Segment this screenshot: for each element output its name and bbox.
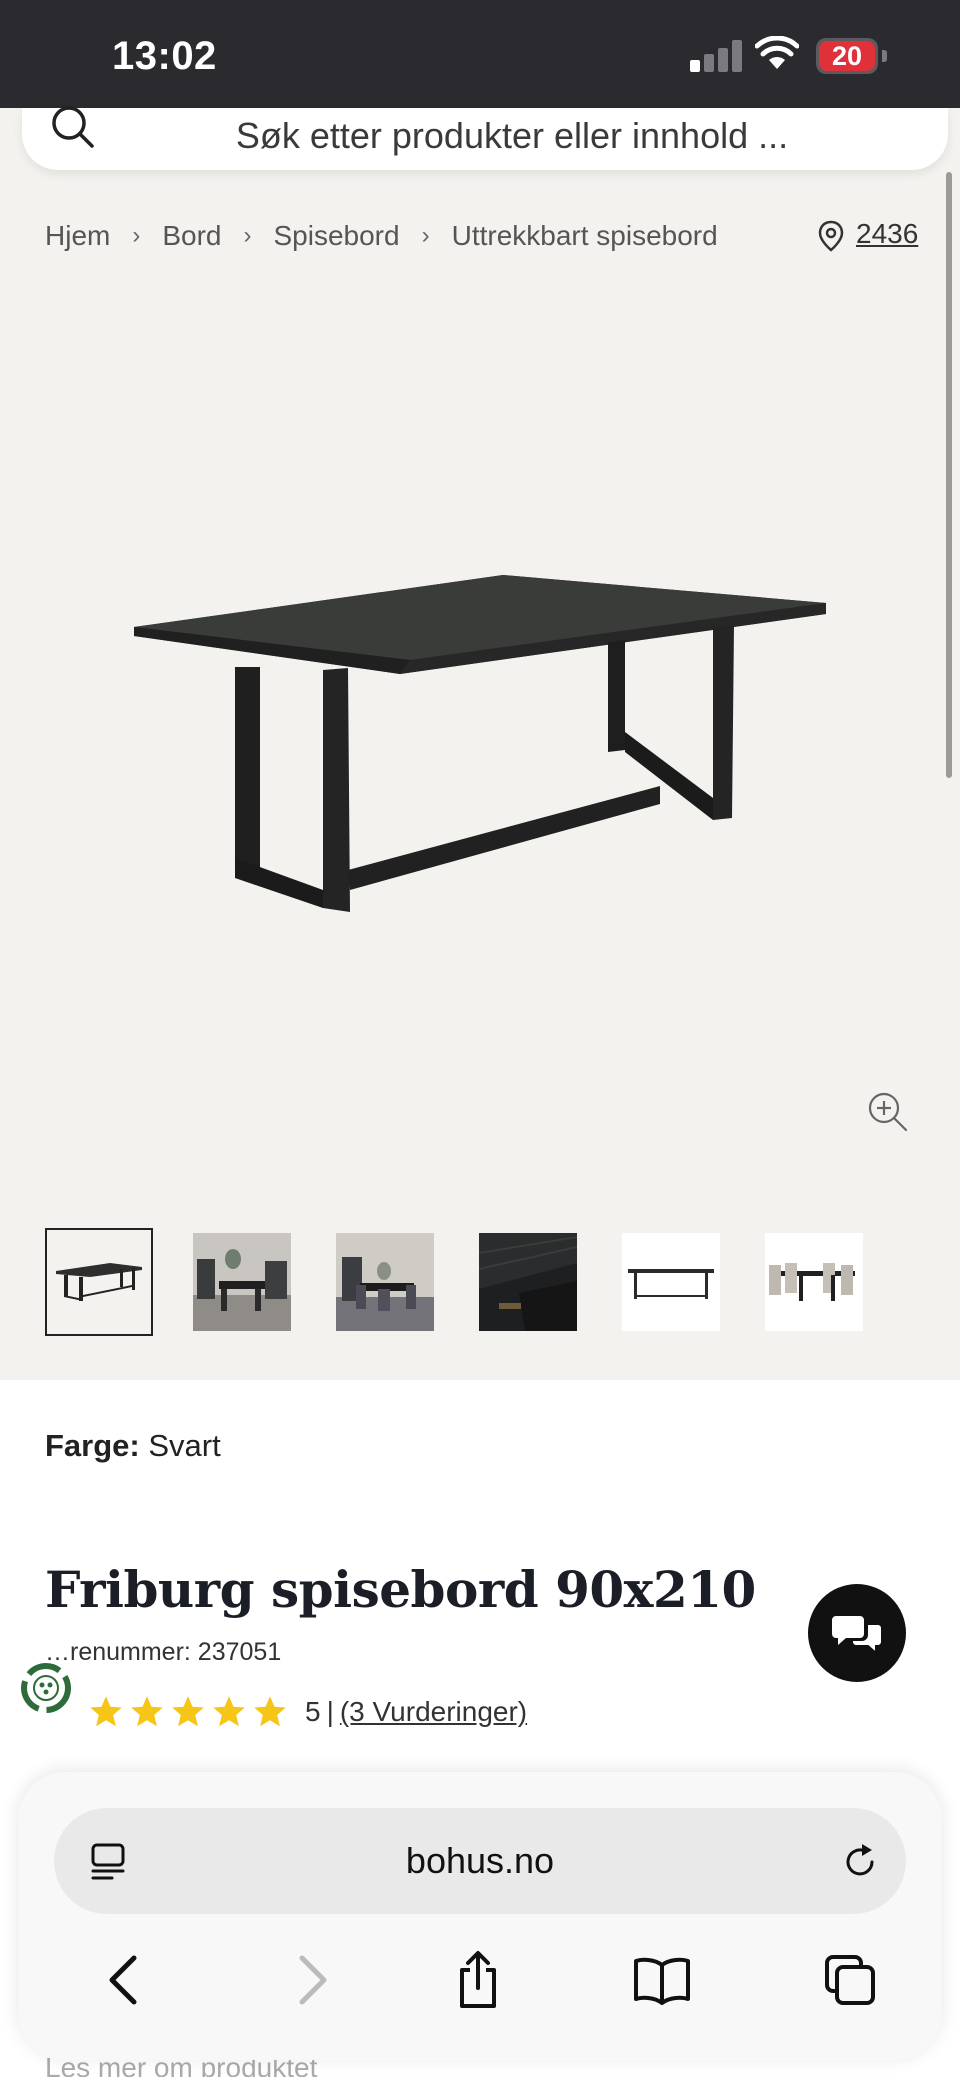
thumbnail-image bbox=[336, 1233, 434, 1331]
color-row: Farge: Svart bbox=[45, 1428, 221, 1464]
share-icon bbox=[460, 1951, 496, 2008]
thumbnail-wood-detail[interactable] bbox=[474, 1228, 582, 1336]
star-icon bbox=[213, 1696, 245, 1727]
breadcrumb-current[interactable]: Uttrekkbart spisebord bbox=[452, 220, 718, 252]
star-icon bbox=[254, 1696, 286, 1727]
chevron-right-icon: › bbox=[132, 222, 141, 249]
product-image[interactable] bbox=[120, 560, 840, 920]
battery-icon: 20 bbox=[816, 38, 878, 74]
star-icon bbox=[172, 1696, 204, 1727]
chevron-left-icon bbox=[109, 1955, 137, 2005]
thumbnail-image bbox=[193, 1233, 291, 1331]
reviews-link[interactable]: (3 Vurderinger) bbox=[340, 1696, 527, 1728]
thumbnail-table-product[interactable] bbox=[45, 1228, 153, 1336]
search-icon[interactable] bbox=[48, 102, 98, 152]
cellular-signal-icon bbox=[690, 40, 744, 72]
thumbnail-image bbox=[56, 1263, 142, 1301]
thumbnail-table-product-white[interactable] bbox=[617, 1228, 725, 1336]
thumbnail-dining-room-2[interactable] bbox=[331, 1228, 439, 1336]
status-time: 13:02 bbox=[112, 34, 217, 78]
reload-icon[interactable] bbox=[840, 1842, 880, 1882]
browser-toolbar: bohus.no bbox=[18, 1772, 942, 2060]
sustainability-badge-icon[interactable] bbox=[14, 1656, 78, 1720]
status-bar: 13:02 20 bbox=[0, 0, 960, 108]
url-text: bohus.no bbox=[405, 1840, 555, 1881]
chevron-right-icon bbox=[299, 1955, 327, 2005]
product-sku: …renummer: 237051 bbox=[45, 1638, 282, 1666]
thumbnail-gallery bbox=[45, 1228, 903, 1336]
share-button[interactable] bbox=[446, 1948, 510, 2012]
wifi-icon bbox=[755, 36, 799, 69]
star-icon bbox=[131, 1696, 163, 1727]
product-rating: 5 | (3 Vurderinger) bbox=[88, 1694, 527, 1730]
tabs-icon bbox=[825, 1955, 875, 2005]
thumbnail-image bbox=[622, 1233, 720, 1331]
breadcrumb-home[interactable]: Hjem bbox=[45, 220, 110, 252]
color-value: Svart bbox=[148, 1428, 221, 1463]
breadcrumb-bord[interactable]: Bord bbox=[162, 220, 221, 252]
thumbnail-dining-set[interactable] bbox=[760, 1228, 868, 1336]
color-label: Farge: bbox=[45, 1428, 140, 1463]
search-input[interactable] bbox=[122, 108, 902, 164]
product-title: Friburg spisebord 90x210 bbox=[45, 1560, 756, 1619]
store-number-link[interactable]: 2436 bbox=[856, 218, 918, 250]
back-button[interactable] bbox=[92, 1948, 156, 2012]
rating-value: 5 bbox=[305, 1696, 321, 1727]
thumbnail-image bbox=[479, 1233, 577, 1331]
browser-nav bbox=[18, 1948, 942, 2024]
breadcrumb: Hjem › Bord › Spisebord › Uttrekkbart sp… bbox=[45, 218, 718, 254]
chevron-right-icon: › bbox=[421, 222, 430, 249]
chevron-right-icon: › bbox=[243, 222, 252, 249]
thumbnail-dining-room[interactable] bbox=[188, 1228, 296, 1336]
battery-cap bbox=[882, 50, 887, 62]
thumbnail-image bbox=[765, 1233, 863, 1331]
star-icon bbox=[90, 1696, 122, 1727]
chat-button[interactable] bbox=[808, 1584, 906, 1682]
breadcrumb-spisebord[interactable]: Spisebord bbox=[274, 220, 400, 252]
page-scrollbar[interactable] bbox=[946, 172, 952, 778]
address-bar[interactable]: bohus.no bbox=[54, 1808, 906, 1914]
battery-level: 20 bbox=[831, 41, 863, 71]
bookmarks-button[interactable] bbox=[630, 1948, 694, 2012]
book-icon bbox=[634, 1957, 690, 2005]
rating-separator: | bbox=[326, 1696, 334, 1727]
tabs-button[interactable] bbox=[818, 1948, 882, 2012]
zoom-in-icon[interactable] bbox=[866, 1090, 910, 1134]
location-pin-icon[interactable] bbox=[818, 220, 844, 252]
rating-stars bbox=[88, 1694, 293, 1730]
forward-button[interactable] bbox=[280, 1948, 344, 2012]
search-bar[interactable] bbox=[22, 106, 948, 170]
chat-icon bbox=[832, 1616, 883, 1656]
